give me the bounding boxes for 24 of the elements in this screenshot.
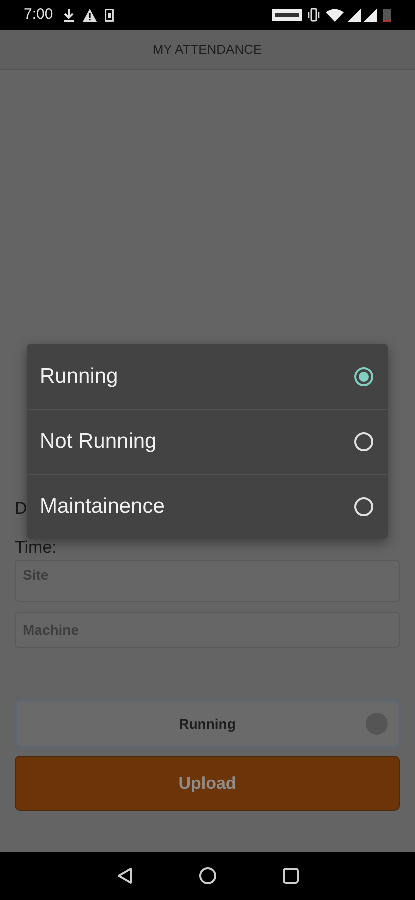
battery-icon: [383, 8, 391, 22]
page-title: MY ATTENDANCE: [152, 40, 262, 59]
wifi-icon: [326, 8, 344, 22]
option-label: Running: [40, 364, 120, 390]
time-label: Time:: [15, 537, 57, 557]
radio-button[interactable]: [354, 497, 374, 517]
recents-icon[interactable]: [282, 868, 298, 884]
option-label: Not Running: [40, 429, 158, 456]
back-icon[interactable]: [116, 867, 132, 885]
option-label: Maintainence: [40, 494, 166, 520]
status-time: 7:00: [24, 4, 54, 25]
status-select[interactable]: Running: [15, 700, 400, 748]
sim-card-icon: [105, 8, 114, 22]
date-label: D: [15, 498, 28, 520]
warning-icon: [83, 8, 98, 22]
vibrate-icon: [308, 8, 320, 22]
radio-button[interactable]: [354, 432, 374, 452]
radio-button[interactable]: [354, 366, 374, 386]
volte-badge-icon: [272, 9, 302, 21]
home-icon[interactable]: [198, 867, 216, 885]
download-icon: [63, 8, 76, 22]
signal-icon: [364, 8, 377, 22]
signal-icon: [348, 8, 361, 22]
upload-button[interactable]: Upload: [15, 756, 400, 811]
